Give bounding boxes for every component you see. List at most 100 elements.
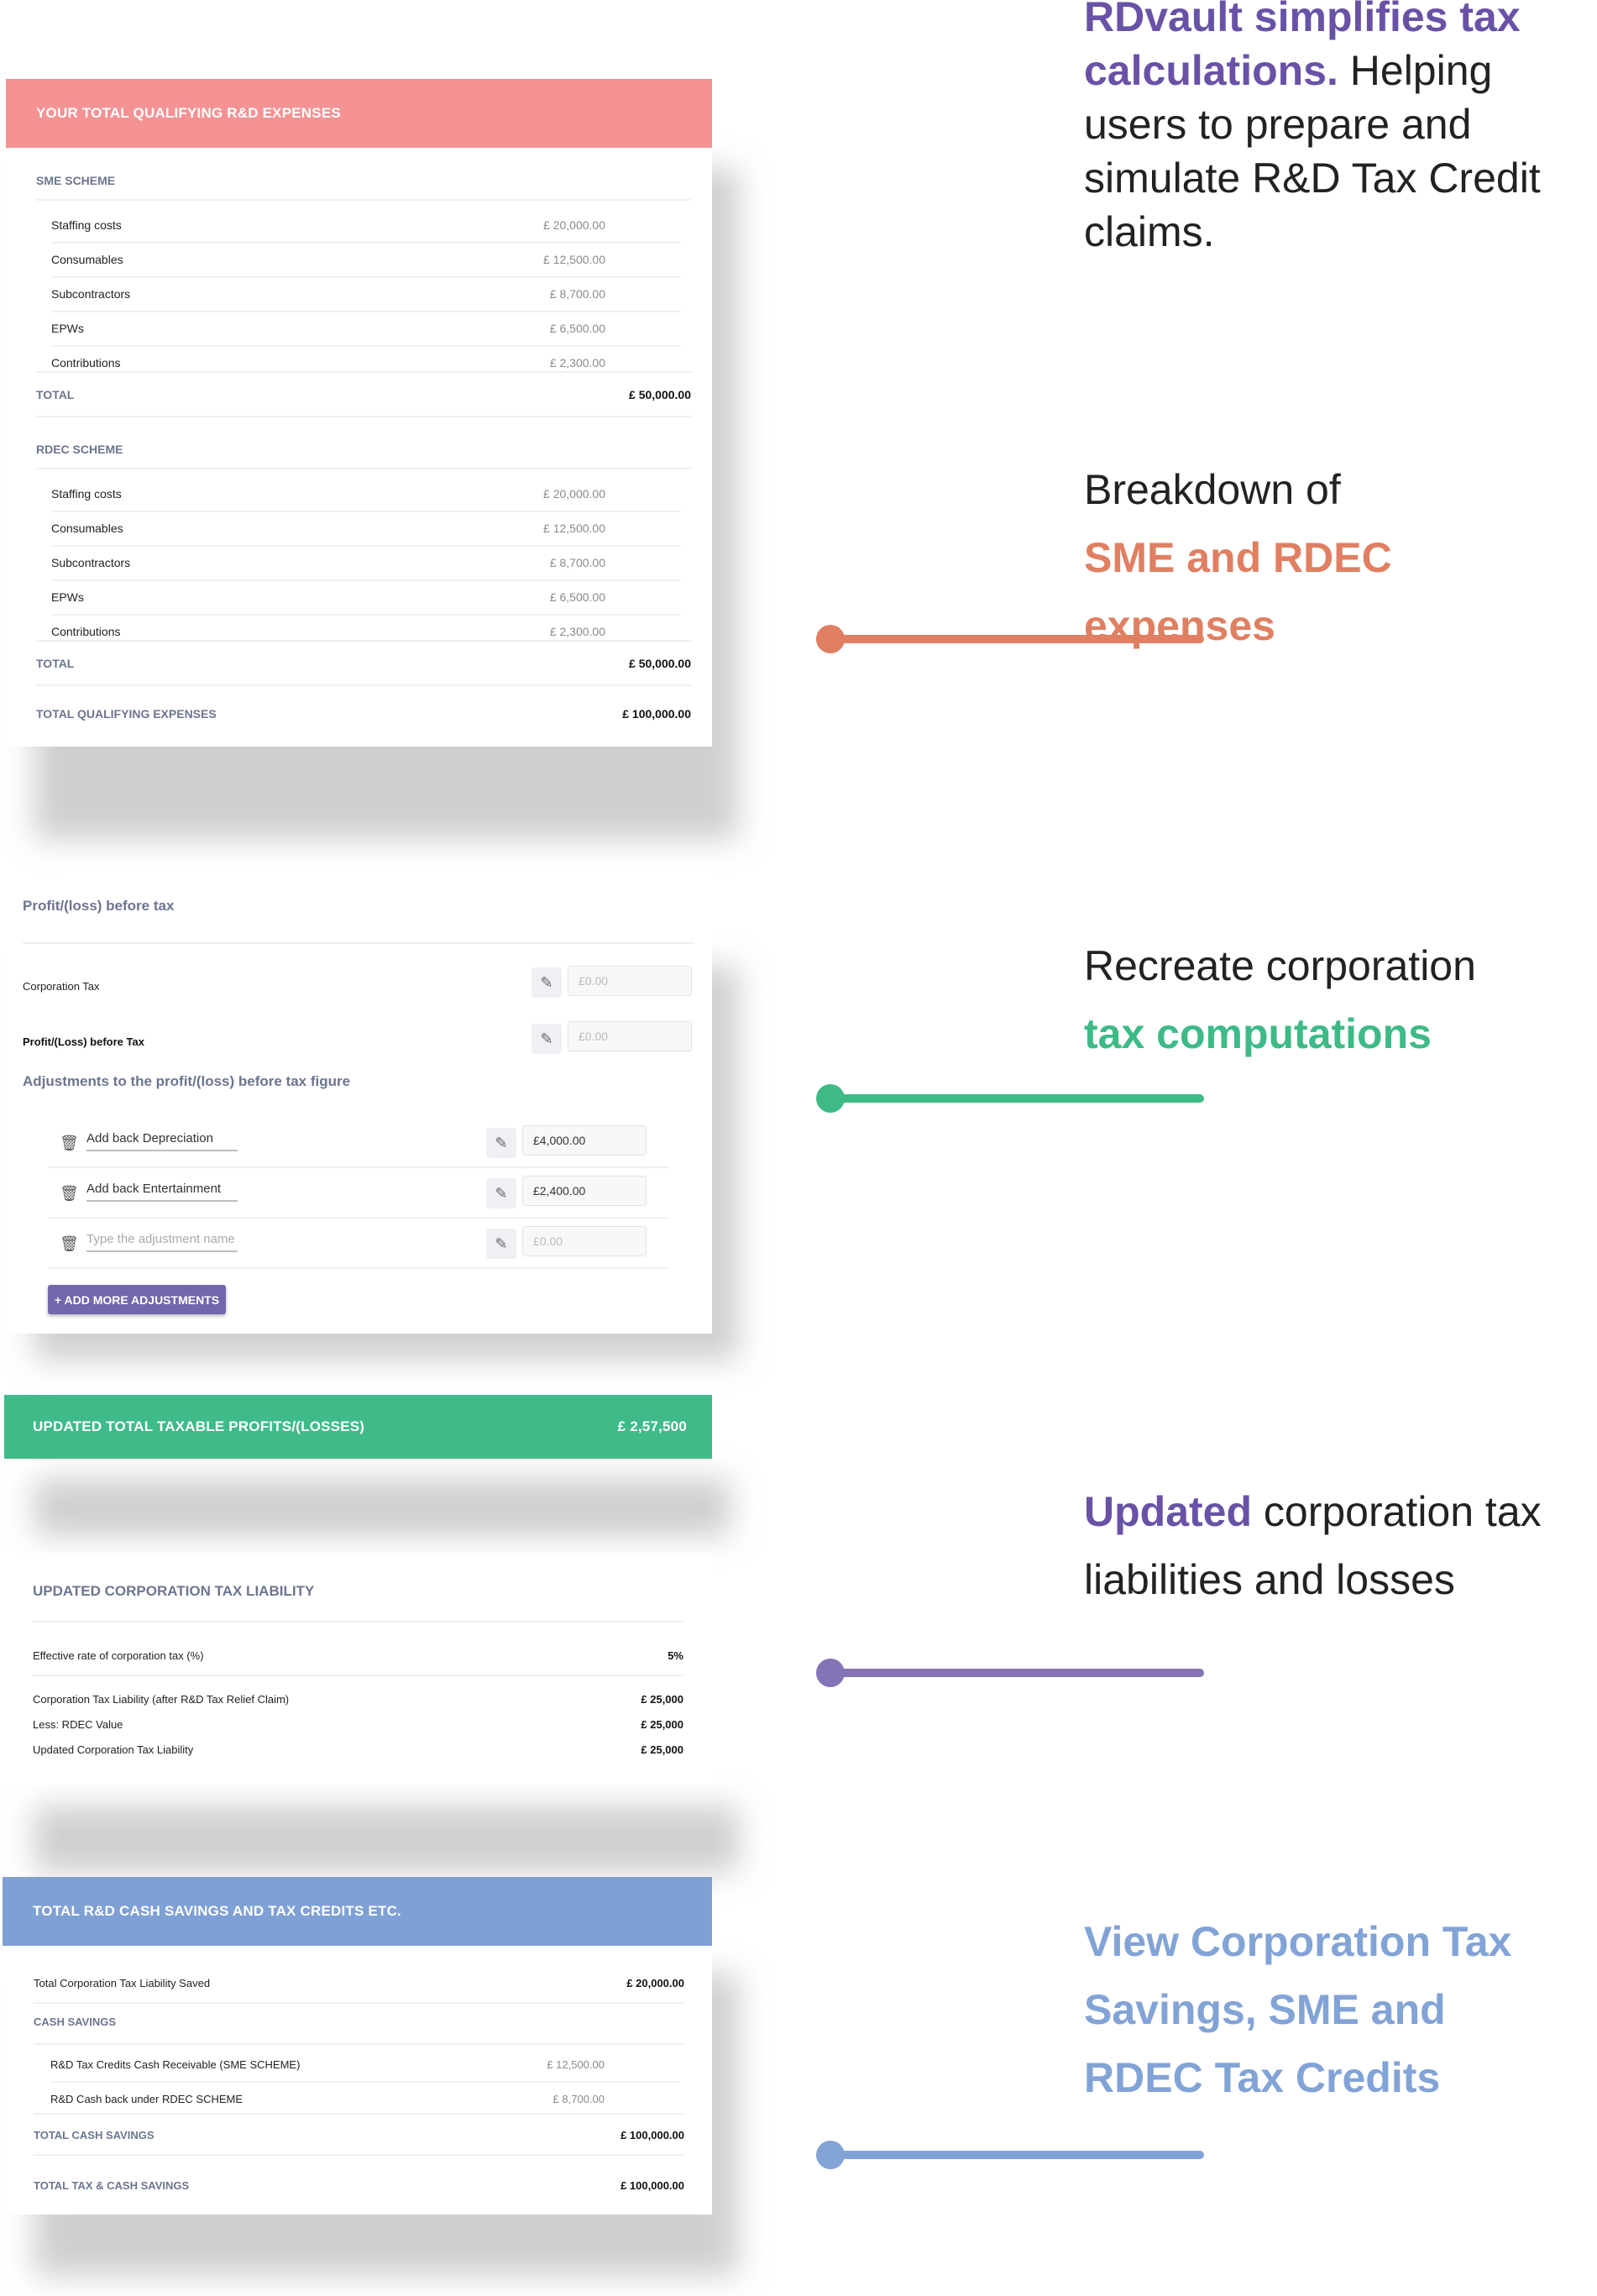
profit-before-tax-input[interactable]: £0.00 bbox=[568, 1021, 692, 1051]
delete-adjustment-icon[interactable]: 🗑 bbox=[60, 1185, 79, 1203]
callout-intro: RDvault simplifies tax calculations. Hel… bbox=[1084, 0, 1588, 259]
rdec-scheme-label: RDEC SCHEME bbox=[36, 443, 123, 456]
sme-item-value: £ 8,700.00 bbox=[549, 287, 605, 301]
card-shadow bbox=[34, 1806, 739, 1873]
rdec-item: EPWs £ 6,500.00 bbox=[51, 587, 605, 607]
callout-computations: Recreate corporation tax computations bbox=[1084, 932, 1588, 1068]
cash-item-value: £ 12,500.00 bbox=[547, 2057, 605, 2071]
pencil-icon: ✎ bbox=[495, 1184, 508, 1202]
sme-item: Contributions £ 2,300.00 bbox=[51, 353, 605, 373]
adjustment-value-input[interactable]: £2,400.00 bbox=[522, 1176, 647, 1206]
divider bbox=[51, 344, 681, 347]
corporation-tax-input[interactable]: £0.00 bbox=[568, 966, 692, 996]
profit-card: Profit/(loss) before tax Corporation Tax… bbox=[6, 881, 712, 1334]
divider bbox=[34, 2154, 684, 2156]
rdec-total-value: £ 50,000.00 bbox=[629, 657, 691, 670]
adjustment-name-input[interactable] bbox=[86, 1126, 238, 1151]
divider bbox=[51, 613, 681, 616]
liability-title: UPDATED CORPORATION TAX LIABILITY bbox=[33, 1583, 315, 1599]
connector-line bbox=[835, 635, 1204, 643]
sme-item-label: EPWs bbox=[51, 322, 84, 335]
cash-item: R&D Cash back under RDEC SCHEME £ 8,700.0… bbox=[50, 2089, 605, 2109]
rdec-item-label: Contributions bbox=[51, 625, 121, 638]
total-cash-value: £ 100,000.00 bbox=[620, 2128, 684, 2141]
divider bbox=[36, 468, 691, 469]
connector-line bbox=[835, 1094, 1204, 1103]
adjustment-name-input[interactable] bbox=[86, 1227, 238, 1252]
sme-total-label: TOTAL bbox=[36, 388, 75, 401]
sme-item-value: £ 6,500.00 bbox=[549, 322, 605, 335]
rdec-item-value: £ 8,700.00 bbox=[549, 556, 605, 569]
add-more-adjustments-button[interactable]: + ADD MORE ADJUSTMENTS bbox=[48, 1285, 226, 1314]
rdec-item-label: Consumables bbox=[51, 522, 123, 535]
pencil-icon: ✎ bbox=[540, 1030, 553, 1047]
adjustment-value-input[interactable]: £4,000.00 bbox=[522, 1125, 647, 1156]
expenses-card: YOUR TOTAL QUALIFYING R&D EXPENSES SME S… bbox=[6, 79, 712, 747]
savings-card: TOTAL R&D CASH SAVINGS AND TAX CREDITS E… bbox=[3, 1877, 712, 2215]
cash-item: R&D Tax Credits Cash Receivable (SME SCH… bbox=[50, 2054, 605, 2074]
divider bbox=[36, 684, 691, 686]
taxable-profits-bar: UPDATED TOTAL TAXABLE PROFITS/(LOSSES) £… bbox=[4, 1395, 712, 1459]
rdec-item-value: £ 6,500.00 bbox=[549, 590, 605, 604]
total-all-value: £ 100,000.00 bbox=[620, 2178, 684, 2192]
edit-profit-before-tax-button[interactable]: ✎ bbox=[531, 1024, 562, 1054]
total-all-row: TOTAL TAX & CASH SAVINGS £ 100,000.00 bbox=[34, 2175, 684, 2195]
profit-before-tax-label: Profit/(Loss) before Tax bbox=[23, 1035, 144, 1048]
sme-item-value: £ 20,000.00 bbox=[543, 218, 605, 232]
rdec-item-label: Staffing costs bbox=[51, 487, 122, 501]
liability-row-label: Less: RDEC Value bbox=[33, 1717, 123, 1731]
edit-corporation-tax-button[interactable]: ✎ bbox=[531, 967, 562, 998]
sme-item-value: £ 12,500.00 bbox=[543, 253, 605, 266]
callout-savings: View Corporation Tax Savings, SME and RD… bbox=[1084, 1908, 1554, 2112]
rdec-item: Subcontractors £ 8,700.00 bbox=[51, 553, 605, 573]
expenses-header-title: YOUR TOTAL QUALIFYING R&D EXPENSES bbox=[36, 105, 341, 121]
callout-computations-highlight: tax computations bbox=[1084, 1010, 1432, 1057]
savings-header-title: TOTAL R&D CASH SAVINGS AND TAX CREDITS E… bbox=[33, 1903, 401, 1919]
adjustment-value-input[interactable]: £0.00 bbox=[522, 1226, 647, 1256]
edit-adjustment-button[interactable]: ✎ bbox=[486, 1229, 516, 1259]
divider bbox=[36, 199, 691, 201]
divider bbox=[50, 2080, 680, 2083]
adjustment-name-input[interactable] bbox=[86, 1177, 238, 1202]
liability-row-value: £ 25,000 bbox=[641, 1743, 683, 1756]
divider bbox=[34, 2113, 684, 2115]
cash-item-label: R&D Tax Credits Cash Receivable (SME SCH… bbox=[50, 2057, 301, 2071]
liability-row: Corporation Tax Liability (after R&D Tax… bbox=[33, 1689, 683, 1709]
liability-saved-label: Total Corporation Tax Liability Saved bbox=[34, 1976, 211, 1989]
delete-adjustment-icon[interactable]: 🗑 bbox=[60, 1235, 79, 1253]
edit-adjustment-button[interactable]: ✎ bbox=[486, 1128, 516, 1158]
pencil-icon: ✎ bbox=[540, 973, 553, 991]
rate-row: Effective rate of corporation tax (%) 5% bbox=[33, 1645, 683, 1665]
adjustments-title: Adjustments to the profit/(loss) before … bbox=[23, 1073, 351, 1089]
edit-adjustment-button[interactable]: ✎ bbox=[486, 1178, 516, 1208]
callout-savings-highlight: View Corporation Tax Savings, SME and RD… bbox=[1084, 1918, 1512, 2101]
delete-adjustment-icon[interactable]: 🗑 bbox=[60, 1135, 79, 1152]
sme-item: Consumables £ 12,500.00 bbox=[51, 249, 605, 270]
divider bbox=[33, 1675, 683, 1676]
divider bbox=[48, 1267, 669, 1269]
liability-row: Less: RDEC Value £ 25,000 bbox=[33, 1714, 683, 1734]
sme-item: Subcontractors £ 8,700.00 bbox=[51, 284, 605, 304]
grand-total-row: TOTAL QUALIFYING EXPENSES £ 100,000.00 bbox=[36, 702, 691, 726]
callout-expenses-line1: Breakdown of bbox=[1084, 466, 1341, 513]
rdec-item-label: EPWs bbox=[51, 590, 84, 604]
liability-row-value: £ 25,000 bbox=[641, 1717, 683, 1731]
connector-line bbox=[835, 1669, 1204, 1677]
rdec-item: Consumables £ 12,500.00 bbox=[51, 518, 605, 538]
rdec-item: Staffing costs £ 20,000.00 bbox=[51, 484, 605, 504]
divider bbox=[33, 1621, 683, 1622]
sme-item: EPWs £ 6,500.00 bbox=[51, 318, 605, 338]
rate-label: Effective rate of corporation tax (%) bbox=[33, 1649, 204, 1662]
sme-item-value: £ 2,300.00 bbox=[549, 356, 605, 370]
connector-liability bbox=[816, 1659, 1224, 1687]
total-cash-label: TOTAL CASH SAVINGS bbox=[34, 2128, 154, 2141]
liability-row: Updated Corporation Tax Liability £ 25,00… bbox=[33, 1739, 683, 1759]
divider bbox=[48, 1166, 669, 1168]
sme-scheme-label: SME SCHEME bbox=[36, 174, 116, 187]
sme-total-row: TOTAL £ 50,000.00 bbox=[36, 383, 691, 406]
pencil-icon: ✎ bbox=[495, 1134, 508, 1151]
card-shadow bbox=[34, 1478, 730, 1537]
cash-savings-label: CASH SAVINGS bbox=[34, 2016, 116, 2028]
divider bbox=[51, 310, 681, 312]
profit-title: Profit/(loss) before tax bbox=[23, 898, 175, 914]
